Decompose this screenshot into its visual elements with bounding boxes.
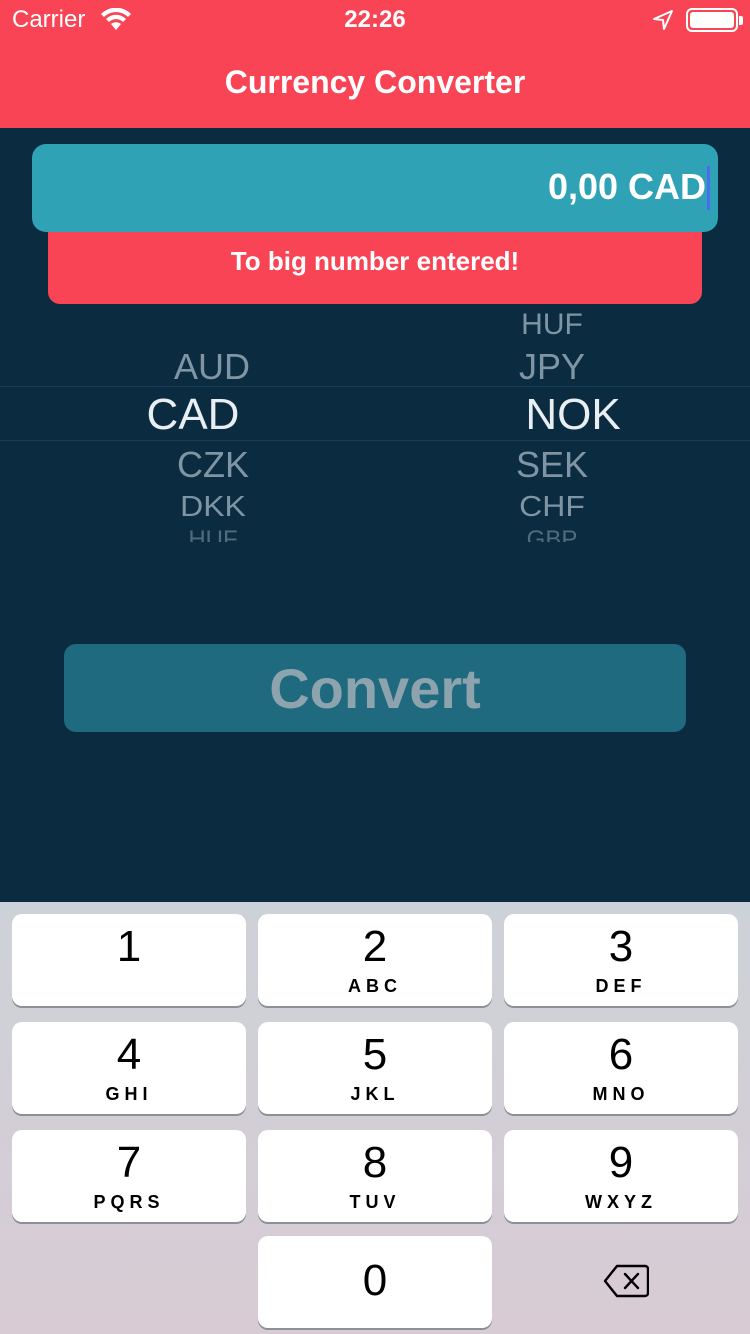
key-3[interactable]: 3 DEF	[504, 914, 738, 1006]
convert-button-label: Convert	[269, 657, 481, 720]
top-bar: Carrier 22:26 Currency Converter	[0, 0, 750, 128]
key-letters: TUV	[349, 1192, 401, 1212]
picker-item[interactable]: GBP	[177, 526, 750, 542]
key-letters: ABC	[348, 976, 402, 996]
status-time: 22:26	[344, 6, 406, 33]
picker-item[interactable]: SEK	[177, 444, 750, 486]
key-digit: 8	[362, 1138, 388, 1187]
key-6[interactable]: 6 MNO	[504, 1022, 738, 1114]
battery-icon	[686, 8, 743, 32]
key-4[interactable]: 4 GHI	[12, 1022, 246, 1114]
key-digit: 4	[116, 1030, 142, 1079]
error-message: To big number entered!	[230, 246, 520, 276]
amount-input[interactable]: 0,00 CAD	[32, 144, 718, 232]
key-letters: GHI	[105, 1084, 153, 1104]
key-letters: PQRS	[93, 1192, 165, 1212]
key-5[interactable]: 5 JKL	[258, 1022, 492, 1114]
key-letters: MNO	[592, 1084, 650, 1104]
key-digit: 6	[608, 1030, 634, 1079]
key-2[interactable]: 2 ABC	[258, 914, 492, 1006]
location-arrow-icon	[653, 10, 673, 30]
key-letters: JKL	[350, 1084, 400, 1104]
key-9[interactable]: 9 WXYZ	[504, 1130, 738, 1222]
backspace-icon[interactable]	[603, 1264, 649, 1298]
key-8[interactable]: 8 TUV	[258, 1130, 492, 1222]
key-letters: WXYZ	[585, 1192, 657, 1212]
picker-item[interactable]: HUF	[177, 308, 750, 338]
picker-item-selected[interactable]: NOK	[198, 390, 750, 440]
key-digit: 5	[362, 1030, 388, 1079]
key-7[interactable]: 7 PQRS	[12, 1130, 246, 1222]
key-digit: 1	[116, 922, 142, 971]
status-bar: Carrier 22:26	[0, 0, 750, 40]
key-digit: 9	[608, 1138, 634, 1187]
amount-value: 0,00 CAD	[547, 166, 706, 207]
key-letters: DEF	[595, 976, 647, 996]
key-digit: 0	[362, 1256, 388, 1305]
key-1[interactable]: 1	[12, 914, 246, 1006]
to-currency-picker[interactable]: HUF JPY NOK SEK CHF GBP	[375, 306, 750, 542]
picker-item[interactable]: JPY	[177, 346, 750, 388]
key-0[interactable]: 0	[258, 1236, 492, 1328]
convert-button[interactable]: Convert	[64, 644, 686, 732]
key-digit: 2	[362, 922, 388, 971]
key-digit: 7	[116, 1138, 142, 1187]
text-caret	[707, 166, 710, 210]
picker-item[interactable]: CHF	[177, 490, 750, 523]
key-digit: 3	[608, 922, 634, 971]
page-title: Currency Converter	[224, 64, 526, 100]
